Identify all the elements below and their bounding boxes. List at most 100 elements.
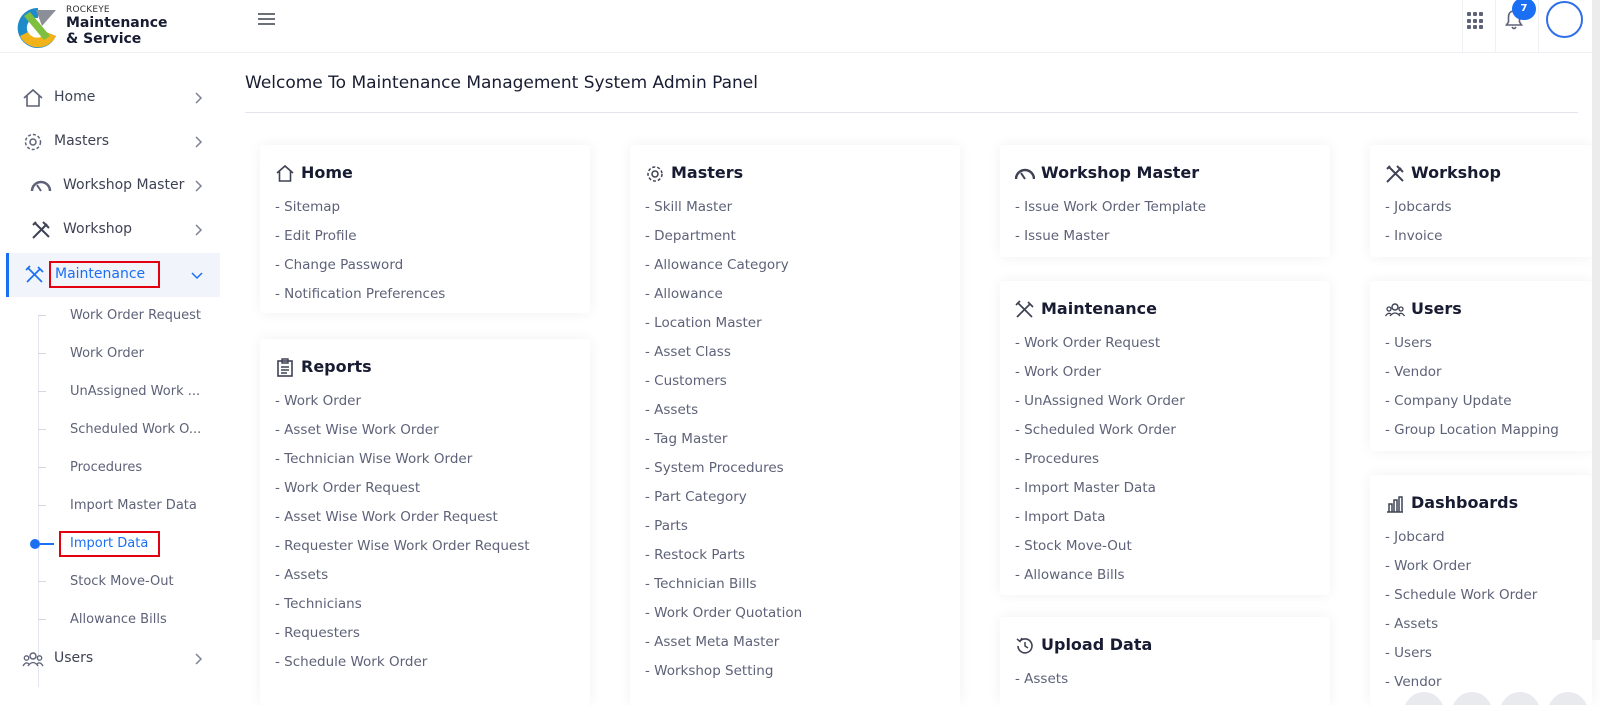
card-link[interactable]: - Department xyxy=(645,228,802,257)
card-link[interactable]: - Customers xyxy=(645,373,802,402)
apps-grid-icon[interactable] xyxy=(1467,12,1485,30)
card-link[interactable]: - Procedures xyxy=(1015,451,1185,480)
sidebar-item-home[interactable]: Home xyxy=(6,76,220,120)
page-title: Welcome To Maintenance Management System… xyxy=(245,73,758,93)
card-link[interactable]: - Invoice xyxy=(1385,228,1452,257)
submenu-tick xyxy=(38,391,46,392)
wrench-screwdriver-icon xyxy=(25,265,44,283)
card-link[interactable]: - Issue Master xyxy=(1015,228,1206,257)
card-link[interactable]: - Part Category xyxy=(645,489,802,518)
card-link[interactable]: - Assets xyxy=(1385,616,1537,645)
submenu-item-work-order[interactable]: Work Order xyxy=(34,336,224,372)
sitemap-card-workshop-master: Workshop Master - Issue Work Order Templ… xyxy=(1000,145,1330,257)
card-link[interactable]: - Vendor xyxy=(1385,364,1559,393)
card-link[interactable]: - Requester Wise Work Order Request xyxy=(275,538,530,567)
submenu-item-procedures[interactable]: Procedures xyxy=(34,450,224,486)
sitemap-card-workshop: Workshop - Jobcards - Invoice xyxy=(1370,145,1592,257)
chevron-right-icon xyxy=(195,136,203,148)
card-link[interactable]: - Technicians xyxy=(275,596,530,625)
card-link[interactable]: - System Procedures xyxy=(645,460,802,489)
card-link[interactable]: - Issue Work Order Template xyxy=(1015,199,1206,228)
card-title: Maintenance xyxy=(1041,299,1158,318)
card-link[interactable]: - Sitemap xyxy=(275,199,445,228)
card-link[interactable]: - Jobcard xyxy=(1385,529,1537,558)
card-link[interactable]: - Import Master Data xyxy=(1015,480,1185,509)
submenu-item-work-order-request[interactable]: Work Order Request xyxy=(34,298,224,334)
card-link[interactable]: - Skill Master xyxy=(645,199,802,228)
card-link[interactable]: - Group Location Mapping xyxy=(1385,422,1559,451)
card-link[interactable]: - Import Data xyxy=(1015,509,1185,538)
card-link[interactable]: - Assets xyxy=(645,402,802,431)
card-link-list: - Skill Master - Department - Allowance … xyxy=(645,199,802,692)
chevron-right-icon xyxy=(195,653,203,665)
card-link[interactable]: - Work Order xyxy=(275,393,530,422)
submenu-tick xyxy=(38,581,46,582)
submenu-tick xyxy=(38,505,46,506)
card-link[interactable]: - Notification Preferences xyxy=(275,286,445,315)
card-link[interactable]: - Edit Profile xyxy=(275,228,445,257)
card-link[interactable]: - Users xyxy=(1385,645,1537,674)
card-link[interactable]: - Workshop Setting xyxy=(645,663,802,692)
card-link[interactable]: - Work Order xyxy=(1385,558,1537,587)
card-link[interactable]: - Asset Wise Work Order xyxy=(275,422,530,451)
chevron-right-icon xyxy=(195,180,203,192)
card-link[interactable]: - Work Order Request xyxy=(275,480,530,509)
card-link[interactable]: - Work Order Request xyxy=(1015,335,1185,364)
top-header: ROCKEYE Maintenance & Service 7 xyxy=(0,0,1600,53)
wrench-screwdriver-icon xyxy=(1015,300,1034,318)
card-link[interactable]: - Change Password xyxy=(275,257,445,286)
highlight-box xyxy=(59,531,160,557)
card-link[interactable]: - Allowance Bills xyxy=(1015,567,1185,596)
card-title: Workshop Master xyxy=(1041,163,1200,182)
card-link-list: - Assets xyxy=(1015,671,1068,700)
card-link[interactable]: - Work Order Quotation xyxy=(645,605,802,634)
sidebar-item-users[interactable]: Users xyxy=(6,637,220,681)
submenu-item-scheduled-work-order[interactable]: Scheduled Work O... xyxy=(34,412,224,448)
card-link[interactable]: - Company Update xyxy=(1385,393,1559,422)
card-link[interactable]: - Stock Move-Out xyxy=(1015,538,1185,567)
sidebar-item-masters[interactable]: Masters xyxy=(6,120,220,164)
card-link[interactable]: - Technician Bills xyxy=(645,576,802,605)
card-link[interactable]: - Schedule Work Order xyxy=(275,654,530,683)
card-link[interactable]: - Asset Class xyxy=(645,344,802,373)
submenu-item-stock-move-out[interactable]: Stock Move-Out xyxy=(34,564,224,600)
sidebar-item-workshop[interactable]: Workshop xyxy=(6,208,220,252)
card-link[interactable]: - Location Master xyxy=(645,315,802,344)
card-title: Masters xyxy=(671,163,744,182)
card-link[interactable]: - Assets xyxy=(1015,671,1068,700)
submenu-item-label: Stock Move-Out xyxy=(70,574,174,589)
notification-badge[interactable]: 7 xyxy=(1512,0,1536,20)
history-icon xyxy=(1016,637,1033,654)
card-link[interactable]: - Allowance xyxy=(645,286,802,315)
card-link[interactable]: - Assets xyxy=(275,567,530,596)
submenu-item-label: Import Master Data xyxy=(70,498,197,513)
card-link[interactable]: - Work Order xyxy=(1015,364,1185,393)
avatar[interactable] xyxy=(1546,1,1583,38)
card-link[interactable]: - Parts xyxy=(645,518,802,547)
card-link[interactable]: - Asset Meta Master xyxy=(645,634,802,663)
card-link[interactable]: - Users xyxy=(1385,335,1559,364)
card-link[interactable]: - Asset Wise Work Order Request xyxy=(275,509,530,538)
submenu-item-unassigned-work-order[interactable]: UnAssigned Work ... xyxy=(34,374,224,410)
submenu-item-allowance-bills[interactable]: Allowance Bills xyxy=(34,602,224,638)
card-link[interactable]: - Technician Wise Work Order xyxy=(275,451,530,480)
card-link[interactable]: - Restock Parts xyxy=(645,547,802,576)
card-link[interactable]: - Allowance Category xyxy=(645,257,802,286)
submenu-tick xyxy=(38,315,46,316)
submenu-item-import-master-data[interactable]: Import Master Data xyxy=(34,488,224,524)
brand-logo[interactable]: ROCKEYE Maintenance & Service xyxy=(16,4,216,48)
card-link[interactable]: - Jobcards xyxy=(1385,199,1452,228)
card-link[interactable]: - Requesters xyxy=(275,625,530,654)
card-link[interactable]: - UnAssigned Work Order xyxy=(1015,393,1185,422)
card-link[interactable]: - Tag Master xyxy=(645,431,802,460)
page-scrollbar[interactable] xyxy=(1592,0,1600,640)
users-icon xyxy=(22,652,44,667)
card-link[interactable]: - Schedule Work Order xyxy=(1385,587,1537,616)
menu-toggle-icon[interactable] xyxy=(258,10,278,30)
bar-chart-icon xyxy=(1387,496,1403,513)
sidebar-item-workshop-master[interactable]: Workshop Master xyxy=(6,164,220,208)
tools-icon xyxy=(1386,165,1404,183)
sitemap-card-users: Users - Users - Vendor - Company Update … xyxy=(1370,281,1592,451)
card-link-list: - Jobcards - Invoice xyxy=(1385,199,1452,257)
card-link[interactable]: - Scheduled Work Order xyxy=(1015,422,1185,451)
